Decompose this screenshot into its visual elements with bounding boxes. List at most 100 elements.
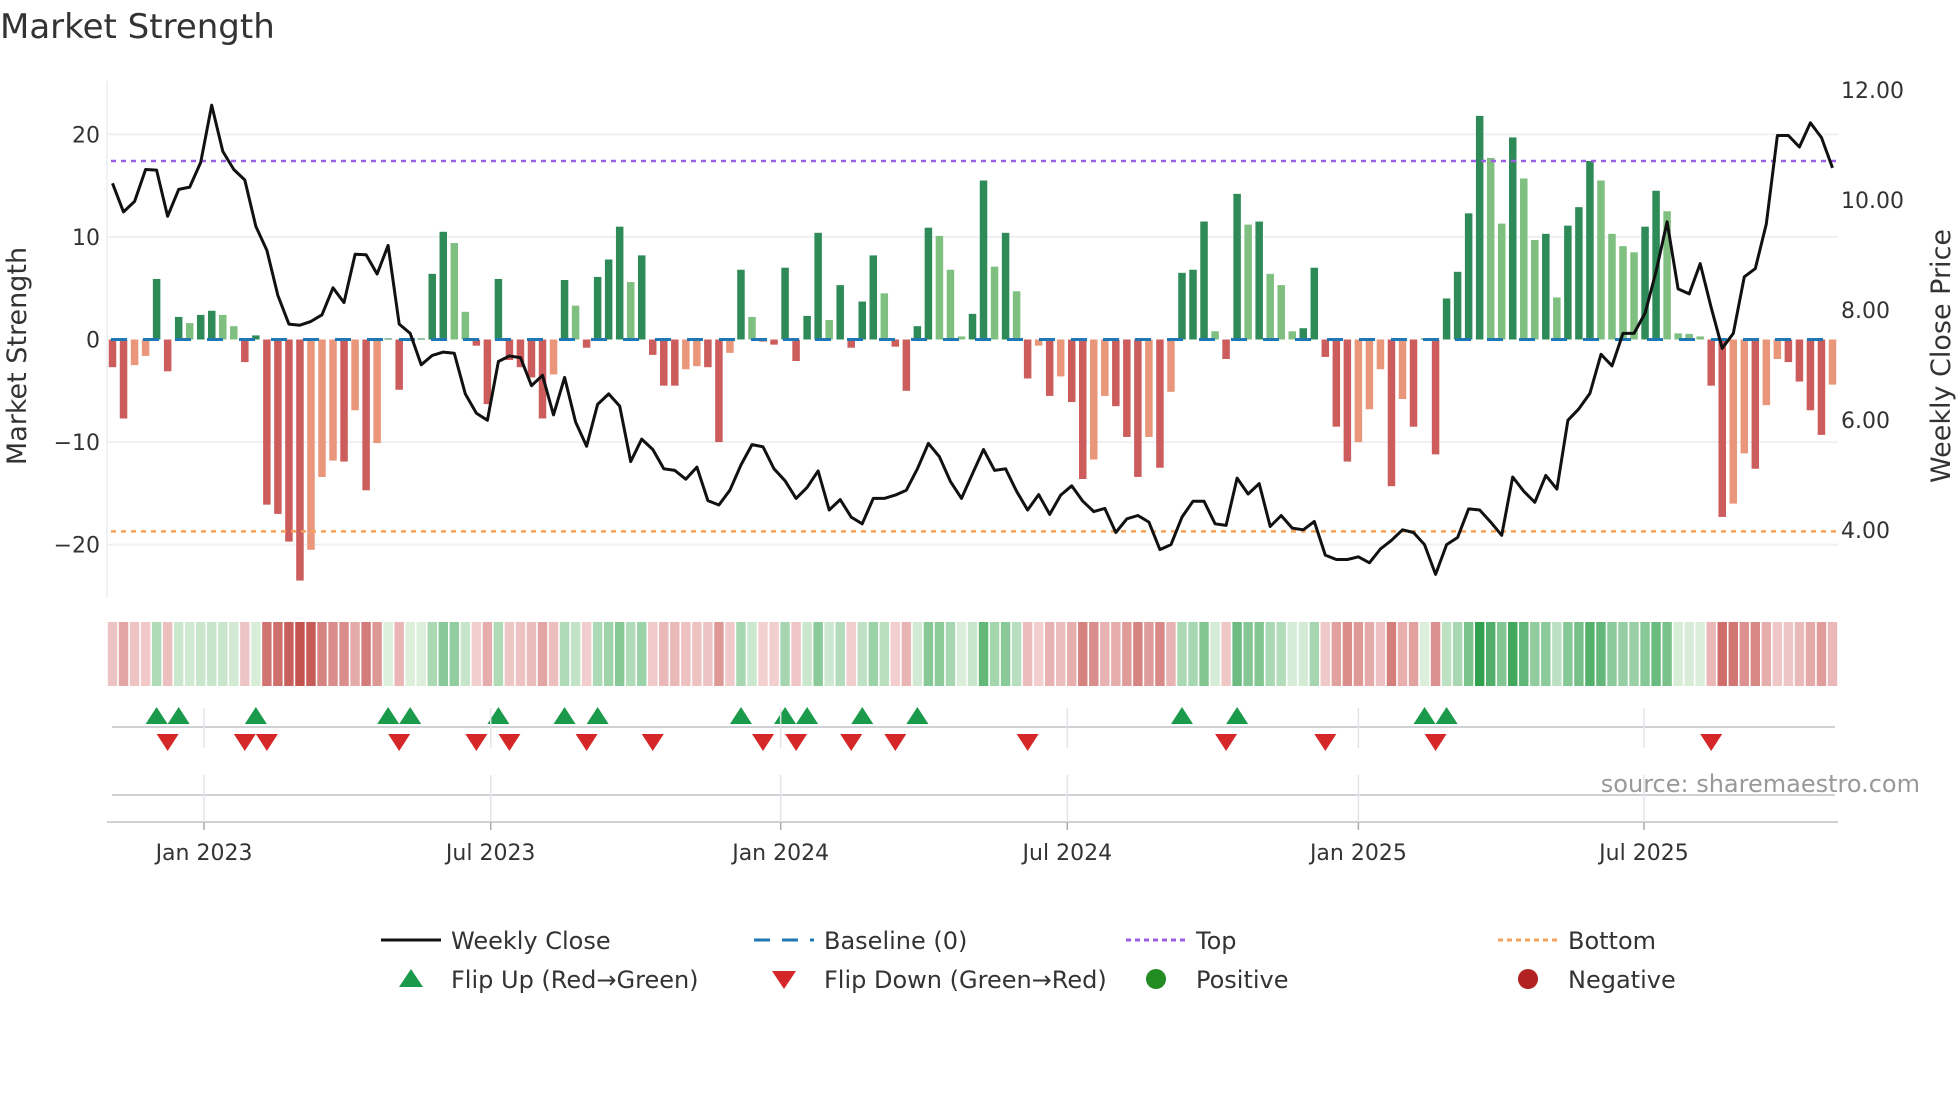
flip-markers: [145, 707, 1723, 751]
heat-cell: [1607, 622, 1617, 686]
strength-bar: [615, 226, 624, 340]
strength-bar: [196, 314, 205, 340]
flip-down-marker: [1016, 734, 1039, 751]
heat-cell: [1419, 622, 1430, 686]
heat-cell: [1364, 622, 1375, 686]
heat-cell: [1033, 622, 1044, 686]
y-right-tick-label: 12.00: [1841, 79, 1904, 104]
legend-item-top: Top: [1126, 927, 1237, 955]
heat-cell: [515, 622, 526, 686]
strength-bar: [1023, 339, 1032, 379]
strength-bar: [1762, 339, 1771, 406]
flip-down-marker: [752, 734, 775, 751]
heat-cell: [1133, 622, 1143, 686]
strength-bar: [560, 280, 569, 340]
heat-cell: [857, 622, 867, 686]
x-tick-label: Jan 2024: [730, 841, 829, 866]
y-tick-label: 20: [72, 123, 100, 148]
heat-cell: [537, 622, 548, 686]
heat-cell: [184, 622, 195, 686]
strength-bar: [141, 339, 150, 356]
strength-bar: [1012, 291, 1021, 340]
heat-cell: [1452, 622, 1463, 686]
strength-bar: [935, 235, 944, 340]
heat-cell: [1375, 622, 1386, 686]
legend-item-bottom: Bottom: [1498, 927, 1656, 955]
flip-up-marker: [399, 707, 422, 724]
heat-cell: [207, 622, 217, 686]
strength-bar: [1233, 193, 1241, 340]
strength-bar: [219, 314, 227, 340]
y-tick-label: −10: [54, 431, 100, 456]
heat-cell: [1706, 622, 1716, 686]
heat-cell: [1563, 622, 1573, 686]
strength-bar: [119, 339, 128, 419]
heat-cell: [262, 622, 272, 686]
strength-bar: [682, 339, 690, 370]
heat-cell: [625, 622, 636, 686]
heat-cell: [714, 622, 724, 686]
strength-bar: [108, 339, 117, 368]
heat-cell: [1320, 622, 1331, 686]
strength-bar: [924, 227, 933, 340]
heat-cell: [118, 622, 129, 686]
heat-cell: [240, 622, 250, 686]
heat-cell: [1485, 622, 1496, 686]
strength-bar: [1200, 221, 1208, 340]
heat-cell: [1761, 622, 1772, 686]
strength-bar: [1299, 328, 1308, 340]
strength-bar: [913, 326, 922, 340]
strength-bar: [461, 311, 470, 340]
strength-bar: [660, 339, 668, 386]
flip-up-marker: [851, 707, 874, 724]
heat-cell: [835, 622, 845, 686]
strength-bar: [373, 339, 381, 444]
strength-bar: [1508, 137, 1517, 340]
heat-cell: [824, 622, 834, 686]
heat-cell: [956, 622, 967, 686]
strength-bar: [329, 339, 337, 461]
strength-bar: [1740, 339, 1749, 454]
heat-cell: [218, 622, 228, 686]
flip-up-marker: [1413, 707, 1436, 724]
flip-down-marker: [641, 734, 664, 751]
heat-cell: [570, 622, 581, 686]
strength-bar: [1497, 223, 1506, 340]
strength-bar: [869, 255, 878, 340]
heat-cell: [1651, 622, 1661, 686]
strength-bar: [1156, 339, 1164, 468]
strength-bar: [1718, 339, 1726, 517]
legend-label: Baseline (0): [824, 927, 967, 955]
heat-cell: [1629, 622, 1639, 686]
strength-bar: [1409, 339, 1418, 427]
strength-bar: [1784, 339, 1793, 363]
heat-cell: [1783, 622, 1794, 686]
heat-cell: [1772, 622, 1783, 686]
strength-bar: [163, 339, 172, 372]
strength-bar: [880, 293, 889, 340]
heat-cell: [306, 622, 316, 686]
heat-cell: [1100, 622, 1110, 686]
market-strength-chart: Market Strength Market Strength Weekly C…: [0, 7, 1957, 994]
strength-bar: [1442, 298, 1451, 340]
strength-bar: [285, 339, 293, 542]
strength-bar: [1244, 224, 1252, 340]
strength-bar: [1575, 207, 1583, 340]
heat-cell: [967, 622, 978, 686]
flip-up-marker: [774, 707, 797, 724]
heat-cell: [284, 622, 294, 686]
heat-cell: [383, 622, 393, 686]
flip-up-marker: [796, 707, 819, 724]
heat-cell: [1353, 622, 1364, 686]
legend: Weekly Close Baseline (0) Top Bottom Fli…: [381, 927, 1676, 994]
flip-down-marker: [1314, 734, 1337, 751]
heat-cell: [1794, 622, 1805, 686]
y-axis-right-label: Weekly Close Price: [1926, 229, 1957, 483]
heat-cell: [868, 622, 878, 686]
strength-bar: [274, 339, 282, 514]
heat-cell: [151, 622, 162, 686]
strength-bar: [1321, 339, 1330, 357]
strength-bar: [1531, 239, 1539, 340]
heat-cell: [1210, 622, 1220, 686]
flip-down-marker: [156, 734, 179, 751]
